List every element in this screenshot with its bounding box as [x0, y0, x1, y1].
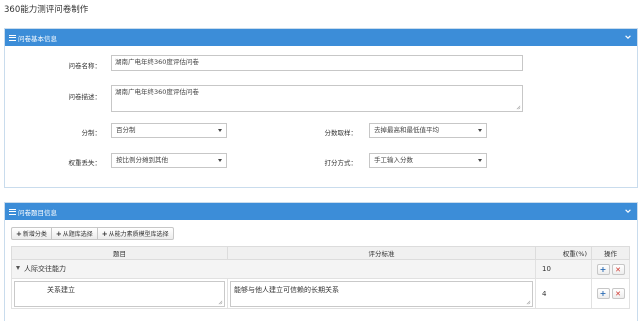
list-icon: [9, 34, 16, 41]
sampling-value: 去掉最高和最低值平均: [374, 126, 439, 134]
collapse-triangle-icon[interactable]: [16, 266, 20, 270]
table-header-row: 题目 评分标准 权重(%) 操作: [11, 246, 630, 260]
dropdown-arrow-icon: [478, 129, 482, 132]
item-criteria-cell[interactable]: 能够与他人建立可信赖的长期关系: [227, 278, 536, 309]
col-ops-header: 操作: [591, 246, 630, 260]
group-ops-cell: + ✕: [591, 259, 630, 279]
item-criteria-field[interactable]: 能够与他人建立可信赖的长期关系: [230, 280, 533, 307]
from-bank-label: 从题库选择: [62, 231, 93, 238]
table-row: 关系建立 能够与他人建立可信赖的长期关系 4 + ✕: [11, 278, 630, 309]
table-row-group: 人际交往能力 10 + ✕: [11, 259, 630, 279]
questions-panel: 问卷题目信息 + 新增分类 + 从题库选择 + 从能力素质模型库选择 题目 评分标准 …: [4, 202, 638, 321]
plus-icon: +: [55, 229, 62, 238]
item-weight-cell[interactable]: 4: [535, 278, 592, 309]
sampling-select[interactable]: 去掉最高和最低值平均: [369, 123, 487, 138]
chevron-down-icon[interactable]: [624, 207, 632, 215]
group-weight-cell[interactable]: 10: [535, 259, 592, 279]
rating-value: 手工输入分数: [374, 156, 413, 164]
basic-info-panel: 问卷基本信息 问卷名称： 湖南广电年终360度评估问卷 问卷描述： 湖南广电年终…: [4, 28, 638, 188]
sampling-label: 分数取样：: [324, 129, 358, 137]
delete-button[interactable]: ✕: [611, 288, 625, 299]
col-topic-header: 题目: [11, 246, 228, 260]
score-label: 分制：: [81, 129, 102, 137]
item-name-cell[interactable]: 关系建立: [11, 278, 228, 309]
item-name-field[interactable]: 关系建立: [14, 280, 225, 307]
group-name: 人际交往能力: [24, 265, 66, 273]
col-criteria-header: 评分标准: [227, 246, 536, 260]
score-value: 百分制: [116, 126, 136, 134]
group-name-cell: 人际交往能力: [11, 259, 536, 279]
item-ops-cell: + ✕: [591, 278, 630, 309]
from-bank-button[interactable]: + 从题库选择: [52, 228, 98, 239]
desc-textarea[interactable]: 湖南广电年终360度评估问卷: [111, 85, 523, 112]
weight-loss-value: 按比例分摊到其他: [116, 156, 168, 164]
dropdown-arrow-icon: [218, 159, 222, 162]
rating-label: 打分方式：: [324, 159, 358, 167]
dropdown-arrow-icon: [478, 159, 482, 162]
resize-grip-icon[interactable]: [218, 300, 223, 305]
resize-grip-icon[interactable]: [516, 105, 521, 110]
delete-button[interactable]: ✕: [611, 263, 625, 275]
plus-icon: +: [101, 229, 108, 238]
rating-select[interactable]: 手工输入分数: [369, 153, 487, 168]
plus-icon: +: [16, 229, 22, 238]
desc-text: 湖南广电年终360度评估问卷: [115, 88, 199, 96]
col-weight-header: 权重(%): [535, 246, 592, 260]
score-select[interactable]: 百分制: [111, 123, 227, 138]
basic-info-panel-title: 问卷基本信息: [18, 34, 57, 43]
page-title: 360能力测评问卷制作: [4, 5, 89, 15]
add-category-button[interactable]: + 新增分类: [12, 228, 52, 239]
basic-info-panel-header[interactable]: 问卷基本信息: [5, 29, 637, 46]
resize-grip-icon[interactable]: [526, 300, 531, 305]
add-category-label: 新增分类: [22, 231, 47, 238]
questions-panel-header[interactable]: 问卷题目信息: [5, 203, 637, 220]
questions-table: 题目 评分标准 权重(%) 操作 人际交往能力 10 + ✕ 关系建立 能够与他人…: [11, 246, 630, 309]
desc-label: 问卷描述：: [68, 93, 102, 101]
item-criteria: 能够与他人建立可信赖的长期关系: [234, 285, 339, 294]
from-model-button[interactable]: + 从能力素质模型库选择: [98, 228, 173, 239]
chevron-down-icon[interactable]: [624, 33, 632, 41]
weight-loss-label: 权重丢失：: [68, 159, 102, 167]
from-model-label: 从能力素质模型库选择: [108, 231, 169, 238]
name-field[interactable]: 湖南广电年终360度评估问卷: [111, 55, 523, 71]
name-label: 问卷名称：: [68, 62, 102, 70]
dropdown-arrow-icon: [218, 129, 222, 132]
list-icon: [9, 208, 16, 215]
questions-panel-title: 问卷题目信息: [18, 208, 57, 217]
item-name: 关系建立: [47, 285, 75, 294]
questions-toolbar: + 新增分类 + 从题库选择 + 从能力素质模型库选择: [11, 227, 174, 240]
add-item-button[interactable]: +: [596, 288, 610, 299]
add-item-button[interactable]: +: [596, 263, 610, 275]
weight-loss-select[interactable]: 按比例分摊到其他: [111, 153, 227, 168]
